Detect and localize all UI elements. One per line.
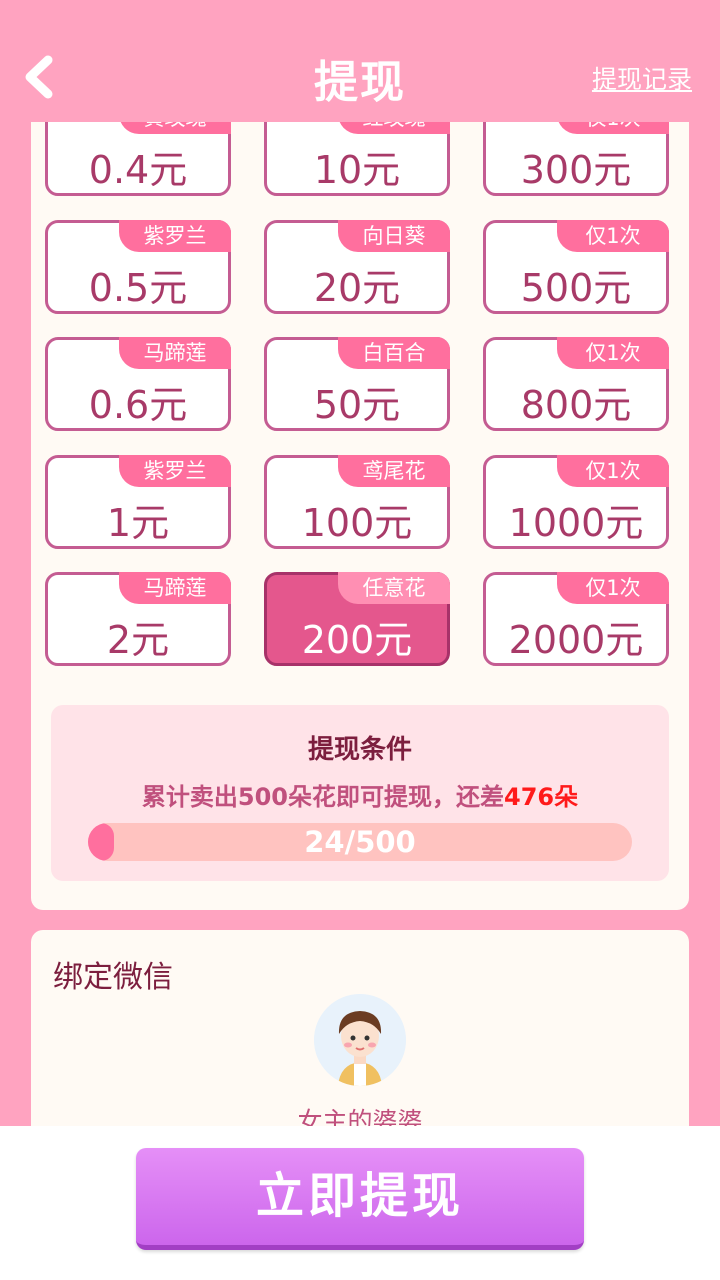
- amount-value: 200元: [301, 618, 413, 662]
- amount-option[interactable]: 仅1次 300元: [483, 122, 669, 196]
- amount-value: 1000元: [508, 500, 644, 545]
- amount-option[interactable]: 红玫瑰 10元: [264, 122, 450, 196]
- amount-option[interactable]: 马蹄莲 0.6元: [45, 337, 231, 431]
- amount-value: 500元: [520, 265, 632, 310]
- progress-text: 24/500: [304, 825, 416, 859]
- flower-tag: 紫罗兰: [119, 219, 231, 252]
- flower-tag: 黄玫瑰: [119, 122, 231, 134]
- withdraw-condition-box: 提现条件 累计卖出500朵花即可提现，还差476朵 24/500: [51, 705, 669, 881]
- amount-option[interactable]: 仅1次 1000元: [483, 454, 669, 549]
- amount-option[interactable]: 白百合 50元: [264, 337, 450, 431]
- amount-option[interactable]: 仅1次 500元: [483, 219, 669, 314]
- avatar[interactable]: [314, 994, 406, 1086]
- amount-value: 0.4元: [88, 148, 188, 192]
- amount-option[interactable]: 鸢尾花 100元: [264, 454, 450, 549]
- condition-text: 累计卖出500朵花即可提现，还差: [141, 783, 504, 811]
- flower-tag: 红玫瑰: [338, 122, 450, 134]
- flower-tag: 紫罗兰: [119, 454, 231, 487]
- withdraw-options-panel: 黄玫瑰0.4元红玫瑰10元仅1次300元紫罗兰0.5元向日葵20元仅1次500元…: [31, 122, 689, 910]
- flower-tag: 仅1次: [557, 122, 669, 134]
- amount-value: 100元: [301, 500, 413, 545]
- bottom-bar: 立即提现: [0, 1126, 720, 1280]
- amount-option[interactable]: 向日葵 20元: [264, 219, 450, 314]
- amount-option[interactable]: 黄玫瑰 0.4元: [45, 122, 231, 196]
- flower-tag: 任意花: [338, 572, 450, 604]
- bind-wechat-title: 绑定微信: [53, 960, 173, 995]
- flower-tag: 向日葵: [338, 219, 450, 252]
- progress-bar: 24/500: [88, 823, 632, 861]
- withdraw-record-link[interactable]: 提现记录: [592, 60, 692, 96]
- amount-option[interactable]: 仅1次 800元: [483, 337, 669, 431]
- condition-title: 提现条件: [307, 735, 412, 765]
- amount-option[interactable]: 马蹄莲 2元: [45, 572, 231, 666]
- amount-value: 800元: [520, 383, 632, 427]
- header: 提现 提现记录: [0, 0, 720, 122]
- amount-value: 10元: [313, 148, 401, 192]
- flower-tag: 仅1次: [557, 454, 669, 487]
- flower-tag: 马蹄莲: [119, 572, 231, 604]
- flower-tag: 鸢尾花: [338, 454, 450, 487]
- condition-description: 累计卖出500朵花即可提现，还差476朵: [51, 777, 669, 812]
- flower-tag: 马蹄莲: [119, 337, 231, 369]
- amount-value: 1元: [106, 500, 170, 545]
- user-avatar-icon: [314, 994, 406, 1086]
- amount-value: 300元: [520, 148, 632, 192]
- amount-value: 50元: [313, 383, 401, 427]
- amount-value: 0.6元: [88, 383, 188, 427]
- flower-tag: 仅1次: [557, 219, 669, 252]
- flower-tag: 仅1次: [557, 337, 669, 369]
- amount-option[interactable]: 紫罗兰 1元: [45, 454, 231, 549]
- amount-option[interactable]: 仅1次 2000元: [483, 572, 669, 666]
- amount-value: 20元: [313, 265, 401, 310]
- withdraw-now-button[interactable]: 立即提现: [136, 1148, 584, 1250]
- amount-option[interactable]: 紫罗兰 0.5元: [45, 219, 231, 314]
- flower-tag: 白百合: [338, 337, 450, 369]
- amount-value: 0.5元: [88, 265, 188, 310]
- condition-remaining: 476朵: [504, 783, 579, 811]
- amount-value: 2元: [106, 618, 170, 662]
- amount-value: 2000元: [508, 618, 644, 662]
- bind-wechat-panel: 绑定微信 女主的婆婆: [31, 930, 689, 1150]
- flower-tag: 仅1次: [557, 572, 669, 604]
- amount-option[interactable]: 任意花 200元: [264, 572, 450, 666]
